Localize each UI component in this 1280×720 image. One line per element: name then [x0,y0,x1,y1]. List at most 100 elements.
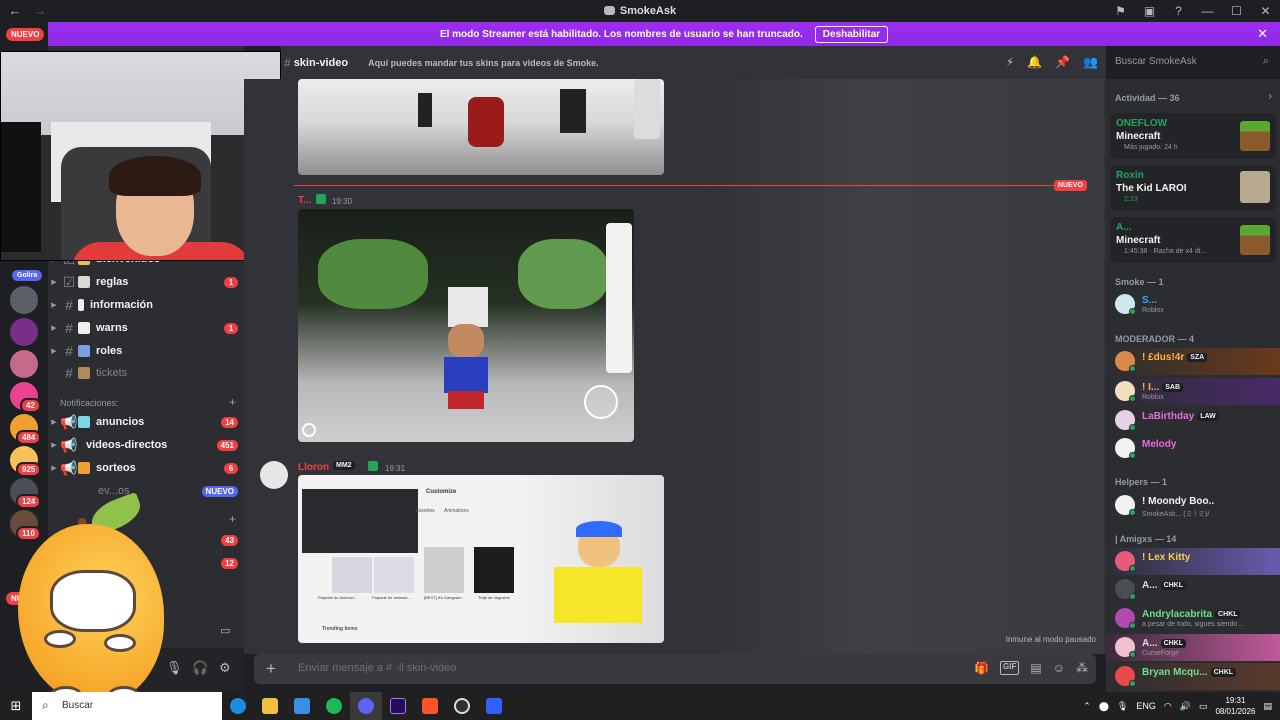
taskbar-app-explorer[interactable] [254,692,286,720]
attachment-image[interactable]: Customize essories Animations Paquete de… [298,475,664,643]
channel-item[interactable]: ▶ # warns 1 [48,318,244,338]
hash-icon: # [284,55,291,70]
member-item[interactable]: ! Lex Kitty [1106,548,1280,575]
new-servers-pill[interactable]: NUEVO [6,28,45,41]
taskbar-app-obs[interactable] [446,692,478,720]
server-icon[interactable] [10,286,38,314]
channel-name: reglas [96,276,129,288]
unread-badge: 42 [20,398,41,413]
headphones-icon[interactable]: 🎧 [192,660,208,676]
channel-name: videos-directos [86,439,168,451]
help-icon[interactable]: ? [1164,4,1193,18]
taskbar-clock[interactable]: 19:31 08/01/2026 [1215,695,1255,717]
back-arrow-icon[interactable]: ← [0,3,30,18]
rules-channel-icon: ☑ [62,273,76,290]
gif-icon[interactable]: GIF [1000,661,1020,675]
channel-item[interactable]: ▶ # roles [48,341,244,361]
forward-arrow-icon[interactable]: → [30,3,50,18]
taskbar-app-premiere[interactable] [382,692,414,720]
volume-icon[interactable]: 🔊 [1180,701,1191,712]
online-status-icon [1129,680,1136,687]
activity-card[interactable]: Roxin The Kid LAROI 2:23 [1110,165,1276,211]
obs-icon [454,698,470,714]
channel-item[interactable]: ▶ # información [48,295,244,315]
microphone-icon[interactable]: 🎙 [166,660,183,676]
channel-topic[interactable]: Aquí puedes mandar tus skins para videos… [368,58,599,68]
edge-icon [230,698,246,714]
banner-close-icon[interactable]: ✕ [1257,26,1268,42]
taskbar-app-store[interactable] [286,692,318,720]
taskbar-app-brave[interactable] [414,692,446,720]
disable-streamer-button[interactable]: Deshabilitar [814,25,889,43]
add-channel-plus-icon[interactable]: + [229,512,236,526]
message-author[interactable]: T... [298,195,311,206]
channel-item[interactable]: ▶ 📢 anuncios 14 [48,412,244,432]
channel-item[interactable]: ▶ ☑ reglas 1 [48,272,244,292]
member-item[interactable]: S... Roblox [1106,291,1280,318]
message-list[interactable]: NUEVO T... 19:30 Lloron MM2 19:31 Custom… [244,79,1106,654]
activity-card[interactable]: A... Minecraft 1:45:38 · Racha de x4 dí.… [1110,217,1276,263]
gift-icon [78,462,90,474]
language-indicator[interactable]: ENG [1136,701,1156,711]
message-author[interactable]: Lloron [298,462,329,473]
add-channel-plus-icon[interactable]: + [229,395,236,409]
channel-item[interactable]: ev...os NUEVO [48,481,244,501]
category-notificaciones[interactable]: Notificaciones: [60,398,119,408]
close-window-button[interactable]: ✕ [1251,4,1280,18]
activity-card[interactable]: ONEFLOW Minecraft Más jugado: 24 h [1110,113,1276,159]
minimize-button[interactable]: — [1193,4,1222,18]
taskbar-app-roblox[interactable] [478,692,510,720]
member-list-icon[interactable]: 👥 [1083,55,1098,69]
notification-center-icon[interactable]: ▤ [1263,701,1272,712]
activity-game: Minecraft [1116,131,1161,142]
message-composer[interactable]: + Enviar mensaje a # ·ll skin-video 🎁 GI… [254,654,1096,684]
attachment-image[interactable] [298,79,664,175]
member-item[interactable]: LaBirthday LAW [1106,407,1280,434]
upload-plus-icon[interactable]: + [266,659,276,679]
game-tree [518,239,608,309]
channel-name: roles [96,345,123,357]
tray-app-icon[interactable]: ⬤ [1099,701,1109,712]
server-icon[interactable] [10,350,38,378]
member-item[interactable]: Melody [1106,435,1280,462]
taskbar-app-spotify[interactable] [318,692,350,720]
member-item[interactable]: ! £dus!4r SZA [1106,348,1280,375]
windows-start-icon[interactable]: ⊞ [0,698,32,714]
taskbar-search-input[interactable]: ⌕ Buscar [32,692,222,720]
channel-item[interactable]: ▶ 📢 sorteos 6 [48,458,244,478]
threads-icon[interactable]: ⚡ [1006,55,1014,69]
channel-item[interactable]: # tickets [48,363,244,383]
pinned-messages-icon[interactable]: 📌 [1055,55,1070,69]
battery-icon[interactable]: ▭ [1199,701,1208,712]
user-avatar[interactable] [260,461,288,489]
chevron-right-icon[interactable]: › [1269,91,1272,102]
member-item[interactable]: ! Moondy Boo.. SmokeAsk... (ミ꒰ミ)/ [1106,492,1280,519]
mention-badge: 6 [224,462,238,474]
emoji-icon[interactable]: ☺ [1053,661,1065,675]
channel-item[interactable]: ▶ 📢 videos-directos 451 [48,435,244,455]
sticker-icon[interactable]: ▤ [1030,661,1041,675]
screen-share-icon[interactable]: ▭ [220,624,230,637]
member-item[interactable]: Bryan Mcqu... CHKL [1106,663,1280,690]
inbox-icon[interactable]: ▣ [1135,4,1164,18]
tray-chevron-up-icon[interactable]: ⌃ [1083,701,1091,712]
taskbar-app-discord[interactable] [350,692,382,720]
settings-gear-icon[interactable]: ⚙ [219,660,231,676]
tray-mic-icon[interactable]: 🎙 [1117,701,1128,712]
search-input[interactable]: Buscar SmokeAsk ⌕ [1108,51,1276,73]
inbox-flag-icon[interactable]: ⚑ [1106,4,1135,18]
game-sidebar [606,223,632,373]
member-item[interactable]: A... CHKL [1106,576,1280,603]
taskbar-app-edge[interactable] [222,692,254,720]
member-item[interactable]: Andrylacabrita CHKL a pesar de todo, sigu… [1106,605,1280,632]
notification-bell-icon[interactable]: 🔔 [1027,55,1042,69]
member-item[interactable]: A... CHKL CurseForge [1106,634,1280,661]
server-icon[interactable] [10,318,38,346]
attachment-image[interactable] [298,209,634,442]
apps-icon[interactable]: ⁂ [1076,661,1088,675]
wifi-icon[interactable]: ◠ [1164,701,1172,712]
gift-icon[interactable]: 🎁 [974,661,989,675]
member-item[interactable]: ! I... SAB Roblox [1106,378,1280,405]
maximize-button[interactable]: ☐ [1222,4,1251,18]
banner-text: El modo Streamer está habilitado. Los no… [439,28,803,40]
